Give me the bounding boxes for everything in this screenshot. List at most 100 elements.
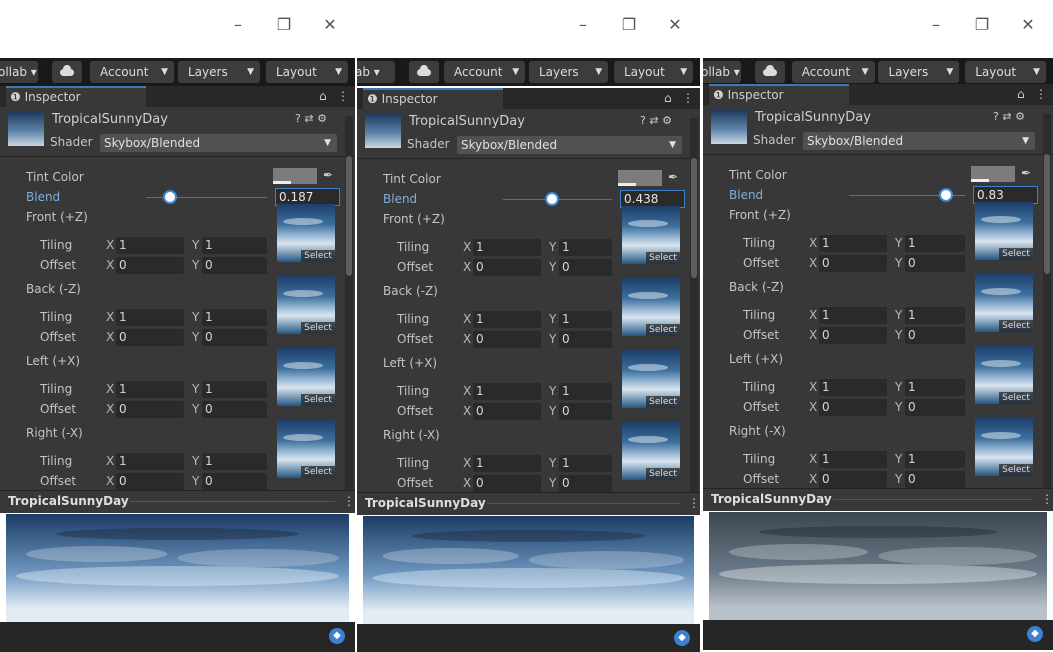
skybox-texture-slot[interactable]: Select [975, 346, 1033, 404]
blend-slider-handle[interactable] [162, 190, 177, 204]
scrollbar-thumb[interactable] [346, 156, 352, 276]
tiling-y-field[interactable]: 1 [905, 379, 965, 396]
collab-dropdown[interactable]: ab ▾ [357, 61, 395, 83]
asset-label-icon[interactable]: ◆ [1027, 626, 1043, 642]
select-texture-button[interactable]: Select [646, 396, 680, 408]
tiling-x-field[interactable]: 1 [116, 381, 184, 398]
cloud-icon[interactable] [409, 61, 439, 83]
skybox-texture-slot[interactable]: Select [277, 348, 335, 406]
gear-icon[interactable]: ⚙ [317, 112, 327, 125]
help-icon[interactable]: ? [993, 110, 1002, 123]
select-texture-button[interactable]: Select [646, 252, 680, 264]
layout-dropdown[interactable]: Layout ▼ [266, 61, 348, 83]
tiling-x-field[interactable]: 1 [473, 239, 541, 256]
tiling-y-field[interactable]: 1 [905, 451, 965, 468]
blend-slider-handle[interactable] [544, 192, 559, 206]
close-button[interactable]: ✕ [664, 14, 686, 36]
select-texture-button[interactable]: Select [999, 248, 1033, 260]
kebab-menu-icon[interactable]: ⋮ [1035, 87, 1047, 101]
restore-button[interactable]: ❐ [971, 14, 993, 36]
layers-dropdown[interactable]: Layers ▼ [528, 61, 609, 83]
offset-y-field[interactable]: 0 [905, 327, 965, 344]
close-button[interactable]: ✕ [319, 14, 341, 36]
tiling-x-field[interactable]: 1 [116, 309, 184, 326]
tiling-y-field[interactable]: 1 [905, 307, 965, 324]
kebab-menu-icon[interactable]: ⋮ [1041, 492, 1053, 506]
cloud-icon[interactable] [755, 61, 785, 83]
select-texture-button[interactable]: Select [301, 250, 335, 262]
restore-button[interactable]: ❐ [273, 14, 295, 36]
tab-inspector[interactable]: ❶ Inspector [709, 84, 849, 105]
offset-y-field[interactable]: 0 [905, 255, 965, 272]
select-texture-button[interactable]: Select [999, 464, 1033, 476]
tiling-x-field[interactable]: 1 [473, 311, 541, 328]
offset-y-field[interactable]: 0 [202, 473, 267, 490]
collab-dropdown[interactable]: ollab ▾ [703, 61, 741, 83]
tiling-y-field[interactable]: 1 [202, 309, 267, 326]
tab-inspector[interactable]: ❶ Inspector [6, 86, 146, 107]
skybox-texture-slot[interactable]: Select [975, 418, 1033, 476]
offset-y-field[interactable]: 0 [202, 329, 267, 346]
tab-inspector[interactable]: ❶ Inspector [363, 88, 503, 109]
preset-icon[interactable]: ⇄ [304, 112, 317, 125]
help-icon[interactable]: ? [295, 112, 304, 125]
shader-dropdown[interactable]: Skybox/Blended ▼ [100, 134, 337, 152]
tiling-x-field[interactable]: 1 [819, 451, 887, 468]
tiling-y-field[interactable]: 1 [559, 383, 612, 400]
eyedropper-icon[interactable]: ✒ [323, 168, 333, 182]
offset-x-field[interactable]: 0 [116, 473, 184, 490]
skybox-texture-slot[interactable]: Select [975, 202, 1033, 260]
tiling-x-field[interactable]: 1 [473, 383, 541, 400]
gear-icon[interactable]: ⚙ [662, 114, 672, 127]
tint-color-swatch[interactable] [273, 168, 317, 184]
select-texture-button[interactable]: Select [301, 394, 335, 406]
inspector-scrollbar[interactable] [690, 118, 698, 504]
inspector-scrollbar[interactable] [345, 116, 353, 502]
offset-y-field[interactable]: 0 [559, 259, 612, 276]
gear-icon[interactable]: ⚙ [1015, 110, 1025, 123]
tiling-x-field[interactable]: 1 [116, 237, 184, 254]
skybox-texture-slot[interactable]: Select [277, 204, 335, 262]
asset-label-icon[interactable]: ◆ [329, 628, 345, 644]
minimize-button[interactable]: – [925, 14, 947, 36]
preset-icon[interactable]: ⇄ [1002, 110, 1015, 123]
offset-y-field[interactable]: 0 [202, 401, 267, 418]
kebab-menu-icon[interactable]: ⋮ [337, 89, 349, 103]
cloud-icon[interactable] [52, 61, 82, 83]
help-icon[interactable]: ? [640, 114, 649, 127]
skybox-texture-slot[interactable]: Select [622, 206, 680, 264]
select-texture-button[interactable]: Select [301, 466, 335, 478]
offset-x-field[interactable]: 0 [819, 255, 887, 272]
tiling-x-field[interactable]: 1 [116, 453, 184, 470]
skybox-texture-slot[interactable]: Select [622, 422, 680, 480]
tiling-y-field[interactable]: 1 [559, 311, 612, 328]
tiling-x-field[interactable]: 1 [819, 379, 887, 396]
layout-dropdown[interactable]: Layout ▼ [965, 61, 1047, 83]
inspector-scrollbar[interactable] [1043, 114, 1051, 500]
lock-icon[interactable]: ⌂ [664, 91, 672, 105]
offset-x-field[interactable]: 0 [819, 327, 887, 344]
offset-x-field[interactable]: 0 [473, 331, 541, 348]
scrollbar-thumb[interactable] [691, 158, 697, 278]
scrollbar-thumb[interactable] [1044, 154, 1050, 274]
tiling-x-field[interactable]: 1 [819, 235, 887, 252]
offset-y-field[interactable]: 0 [905, 399, 965, 416]
shader-dropdown[interactable]: Skybox/Blended ▼ [803, 132, 1035, 150]
restore-button[interactable]: ❐ [618, 14, 640, 36]
skybox-texture-slot[interactable]: Select [622, 350, 680, 408]
eyedropper-icon[interactable]: ✒ [668, 170, 678, 184]
asset-label-icon[interactable]: ◆ [674, 630, 690, 646]
layout-dropdown[interactable]: Layout ▼ [614, 61, 694, 83]
tint-color-swatch[interactable] [971, 166, 1015, 182]
offset-x-field[interactable]: 0 [819, 399, 887, 416]
layers-dropdown[interactable]: Layers ▼ [878, 61, 960, 83]
tiling-x-field[interactable]: 1 [819, 307, 887, 324]
skybox-texture-slot[interactable]: Select [622, 278, 680, 336]
select-texture-button[interactable]: Select [646, 324, 680, 336]
preset-icon[interactable]: ⇄ [649, 114, 662, 127]
skybox-texture-slot[interactable]: Select [277, 276, 335, 334]
collab-dropdown[interactable]: ollab ▾ [0, 61, 38, 83]
select-texture-button[interactable]: Select [999, 320, 1033, 332]
skybox-texture-slot[interactable]: Select [975, 274, 1033, 332]
lock-icon[interactable]: ⌂ [1017, 87, 1025, 101]
